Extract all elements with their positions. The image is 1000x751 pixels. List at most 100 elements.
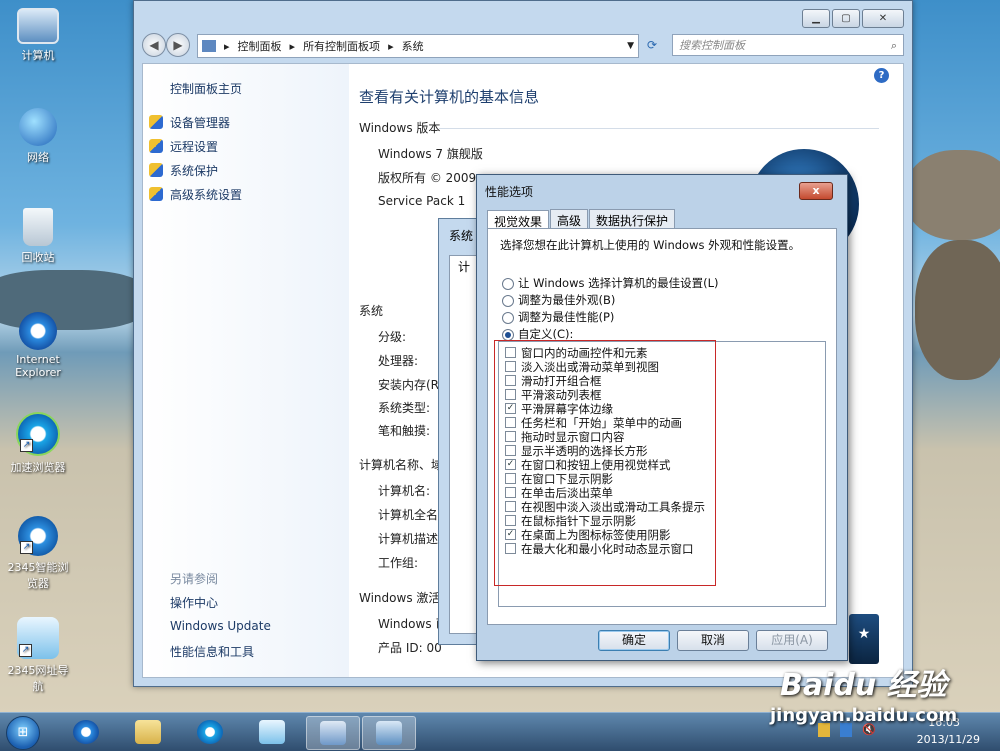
desktop-icon-2345-browser[interactable]: ↗ 2345智能浏览器 [3,516,73,591]
checkbox[interactable] [505,389,516,400]
dialog-title: 性能选项 [485,185,534,199]
cancel-button[interactable]: 取消 [677,630,749,651]
checkbox[interactable] [505,515,516,526]
effect-option[interactable]: 在窗口下显示阴影 [505,472,613,486]
checkbox[interactable] [505,375,516,386]
checkbox[interactable] [505,501,516,512]
desktop-icon-network[interactable]: 网络 [3,108,73,165]
desktop-icon-computer[interactable]: 计算机 [3,8,73,63]
edition-section-heading: Windows 版本 [359,121,441,135]
checkbox[interactable] [505,473,516,484]
sidebar-link-system-protection[interactable]: 系统保护 [170,162,218,179]
wallpaper-rock [915,240,1000,380]
breadcrumb-item[interactable]: 系统 [402,38,424,54]
effect-option[interactable]: 显示半透明的选择长方形 [505,444,648,458]
shortcut-arrow-icon: ↗ [20,541,33,554]
taskbar-fast-browser[interactable] [184,716,236,748]
checkbox-checked[interactable]: ✓ [505,403,516,414]
tab-computer-name[interactable]: 计 [458,258,470,275]
radio-let-windows-choose[interactable] [502,278,514,290]
sidebar-link-remote-settings[interactable]: 远程设置 [170,138,218,155]
effect-option[interactable]: 滑动打开组合框 [505,374,602,388]
taskbar-control-panel[interactable] [306,716,360,750]
address-bar[interactable]: ▸ 控制面板 ▸ 所有控制面板项 ▸ 系统 ▼ [197,34,639,58]
back-button[interactable]: ◀ [142,33,166,57]
sidebar-link-action-center[interactable]: 操作中心 [170,594,218,611]
radio-label: 调整为最佳外观(B) [518,293,616,307]
effect-option[interactable]: 在视图中淡入淡出或滑动工具条提示 [505,500,705,514]
checkbox-checked[interactable]: ✓ [505,529,516,540]
sidebar-link-windows-update[interactable]: Windows Update [170,619,271,633]
uac-shield-icon [149,115,163,129]
effect-option[interactable]: 在最大化和最小化时动态显示窗口 [505,542,694,556]
control-panel-icon [202,40,216,52]
dialog-close-button[interactable]: x [799,182,833,200]
ok-button[interactable]: 确定 [598,630,670,651]
clock-date[interactable]: 2013/11/29 [917,733,980,746]
desktop-icon-fast-browser[interactable]: ↗ 加速浏览器 [3,412,73,475]
close-window-button[interactable]: ✕ [862,9,904,28]
effect-option[interactable]: ✓ 平滑屏幕字体边缘 [505,402,613,416]
breadcrumb-item[interactable]: 控制面板 [238,38,282,54]
watermark-url: jingyan.baidu.com [770,705,958,726]
start-button[interactable]: ⊞ [6,716,40,750]
checkbox[interactable] [505,347,516,358]
2345-browser-icon: ↗ [18,516,58,556]
shortcut-arrow-icon: ↗ [19,644,32,657]
checkbox[interactable] [505,445,516,456]
effect-option[interactable]: 平滑滚动列表框 [505,388,602,402]
effect-option[interactable]: ✓ 在桌面上为图标标签使用阴影 [505,528,671,542]
sidebar-home-link[interactable]: 控制面板主页 [170,80,242,97]
effect-option[interactable]: ✓ 在窗口和按钮上使用视觉样式 [505,458,671,472]
back-arrow-icon: ◀ [149,38,159,52]
search-input[interactable]: 搜索控制面板 ⌕ [672,34,904,56]
desktop-icon-recycle-bin[interactable]: 回收站 [3,208,73,265]
name-field-label: 工作组: [378,556,419,570]
uac-shield-icon [149,139,163,153]
address-dropdown-icon[interactable]: ▼ [627,41,634,51]
apply-button[interactable]: 应用(A) [756,630,828,651]
radio-label: 自定义(C): [518,327,574,341]
internet-explorer-icon [19,312,57,350]
effect-option[interactable]: 拖动时显示窗口内容 [505,430,625,444]
desktop-icon-label: 加速浏览器 [10,461,66,474]
taskbar-ie[interactable] [60,716,112,748]
sidebar-link-advanced-settings[interactable]: 高级系统设置 [170,186,242,203]
checkbox[interactable] [505,543,516,554]
breadcrumb-separator-icon: ▸ [388,39,394,53]
minimize-button[interactable]: ▁ [802,9,830,28]
forward-button[interactable]: ▶ [166,33,190,57]
uac-shield-icon [149,187,163,201]
checkbox[interactable] [505,487,516,498]
help-icon[interactable]: ? [874,68,889,83]
taskbar-system[interactable] [362,716,416,750]
desktop-icon-ie[interactable]: Internet Explorer [3,312,73,379]
effect-option[interactable]: 淡入淡出或滑动菜单到视图 [505,360,659,374]
radio-best-performance[interactable] [502,312,514,324]
taskbar-explorer[interactable] [122,716,174,748]
2345-nav-icon [259,720,285,744]
effect-option[interactable]: 在鼠标指针下显示阴影 [505,514,636,528]
desktop-icon-2345-nav[interactable]: ↗ 2345网址导航 [3,617,73,694]
effects-list[interactable]: 窗口内的动画控件和元素 淡入淡出或滑动菜单到视图 滑动打开组合框 平滑滚动列表框… [498,341,826,607]
checkbox-checked[interactable]: ✓ [505,459,516,470]
taskbar-2345-nav[interactable] [246,716,298,748]
visual-effects-panel: 选择您想在此计算机上使用的 Windows 外观和性能设置。 让 Windows… [487,228,837,625]
radio-best-appearance[interactable] [502,295,514,307]
maximize-button[interactable]: ▢ [832,9,860,28]
checkbox[interactable] [505,417,516,428]
effect-option[interactable]: 任务栏和「开始」菜单中的动画 [505,416,682,430]
sidebar-link-performance-tools[interactable]: 性能信息和工具 [170,643,254,660]
breadcrumb-item[interactable]: 所有控制面板项 [303,38,380,54]
radio-custom[interactable] [502,329,514,341]
effect-option[interactable]: 窗口内的动画控件和元素 [505,346,648,360]
desktop-icon-label: 网络 [27,151,49,164]
internet-explorer-icon [73,720,99,744]
checkbox[interactable] [505,361,516,372]
effect-option[interactable]: 在单击后淡出菜单 [505,486,613,500]
refresh-button[interactable]: ⟳ [642,35,662,55]
uac-shield-icon [149,163,163,177]
sidebar-link-device-manager[interactable]: 设备管理器 [170,114,230,131]
checkbox[interactable] [505,431,516,442]
activation-section-heading: Windows 激活 [359,591,441,605]
